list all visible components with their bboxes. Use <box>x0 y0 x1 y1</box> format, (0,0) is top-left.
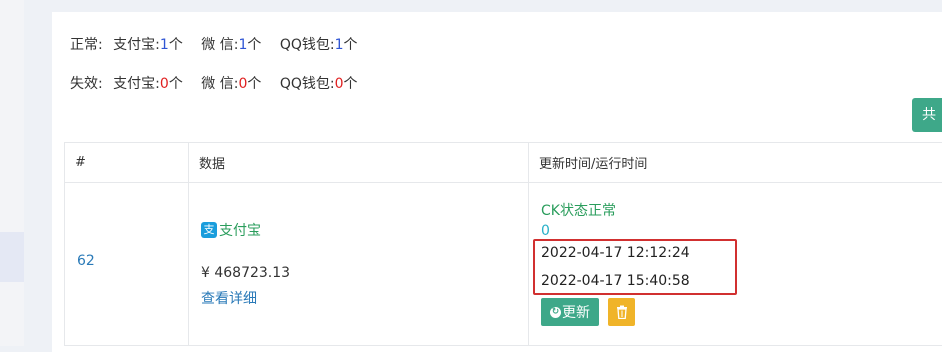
run-time: 2022-04-17 15:40:58 <box>541 273 690 289</box>
normal-qq-count: 1 <box>335 37 344 53</box>
invalid-alipay: 支付宝:0个 <box>113 76 183 92</box>
pay-type-label: 支付宝 <box>219 220 261 240</box>
table-header-row: # 数据 更新时间/运行时间 <box>65 143 942 183</box>
cell-data: 支 支付宝 ¥ 468723.13 查看详细 <box>189 183 529 346</box>
delete-button[interactable] <box>608 298 635 326</box>
normal-alipay: 支付宝:1个 <box>113 37 183 53</box>
total-button[interactable]: 共 <box>912 98 942 132</box>
cell-time: CK状态正常 0 2022-04-17 12:12:24 2022-04-17 … <box>529 183 942 346</box>
refresh-icon: ↻ <box>550 307 561 318</box>
normal-stats: 正常: 支付宝:1个 微 信:1个 QQ钱包:1个 <box>70 34 372 54</box>
cell-id: 62 <box>65 183 189 346</box>
pay-type: 支 支付宝 <box>201 220 261 240</box>
update-time: 2022-04-17 12:12:24 <box>541 245 690 261</box>
ck-count: 0 <box>541 223 550 239</box>
ck-status: CK状态正常 <box>541 200 616 220</box>
main-panel: 正常: 支付宝:1个 微 信:1个 QQ钱包:1个 失效: 支付宝:0个 微 信… <box>52 12 942 352</box>
invalid-stats: 失效: 支付宝:0个 微 信:0个 QQ钱包:0个 <box>70 73 372 93</box>
row-id-link[interactable]: 62 <box>77 253 95 269</box>
column-header-data: 数据 <box>189 143 529 183</box>
update-button-label: 更新 <box>562 302 590 322</box>
invalid-alipay-count: 0 <box>160 76 169 92</box>
amount: ¥ 468723.13 <box>201 265 290 281</box>
normal-wechat: 微 信:1个 <box>201 37 261 53</box>
update-button[interactable]: ↻ 更新 <box>541 298 599 326</box>
column-header-time: 更新时间/运行时间 <box>529 143 942 183</box>
data-table: # 数据 更新时间/运行时间 62 支 支付宝 ¥ 468723.13 查看详细 <box>64 142 942 346</box>
table-row: 62 支 支付宝 ¥ 468723.13 查看详细 CK状态正常 0 2022-… <box>65 183 942 346</box>
invalid-qq-count: 0 <box>335 76 344 92</box>
normal-label: 正常: <box>70 37 103 53</box>
sidebar-active-item[interactable] <box>0 232 24 282</box>
view-detail-link[interactable]: 查看详细 <box>201 288 257 308</box>
column-header-id: # <box>65 143 189 183</box>
invalid-label: 失效: <box>70 76 103 92</box>
invalid-wechat: 微 信:0个 <box>201 76 261 92</box>
normal-qq: QQ钱包:1个 <box>280 37 358 53</box>
invalid-qq: QQ钱包:0个 <box>280 76 358 92</box>
trash-icon <box>616 305 628 319</box>
sidebar <box>0 0 24 346</box>
alipay-icon: 支 <box>201 222 217 238</box>
normal-alipay-count: 1 <box>160 37 169 53</box>
